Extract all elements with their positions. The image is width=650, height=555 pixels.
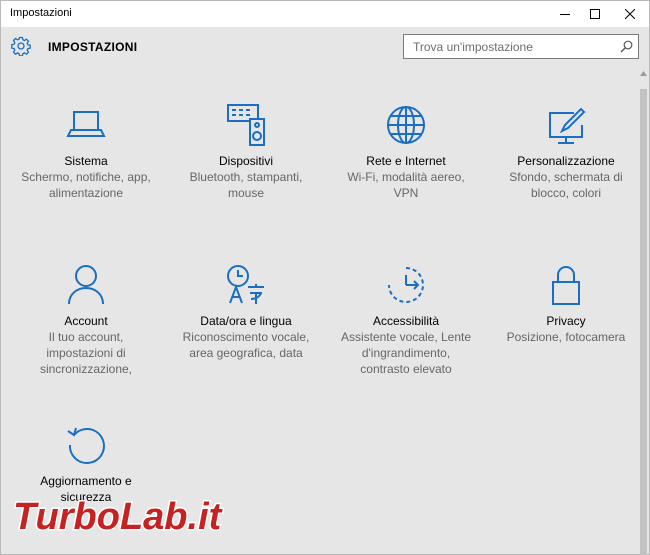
tile-account[interactable]: Account Il tuo account, impostazioni di … bbox=[11, 263, 161, 377]
time-language-icon bbox=[227, 265, 264, 304]
tile-sistema[interactable]: Sistema Schermo, notifiche, app, aliment… bbox=[11, 103, 161, 201]
tile-name: Privacy bbox=[546, 314, 586, 328]
gear-icon bbox=[11, 36, 31, 56]
tile-name: Dispositivi bbox=[218, 154, 273, 168]
scrollbar-thumb[interactable] bbox=[640, 89, 647, 555]
globe-icon bbox=[387, 106, 425, 144]
watermark-logo: TurboLab.it bbox=[12, 495, 225, 540]
minimize-button[interactable] bbox=[548, 1, 582, 27]
tile-description: Sfondo, schermata di blocco, colori bbox=[509, 170, 623, 200]
tile-personalizzazione[interactable]: Personalizzazione Sfondo, schermata di b… bbox=[491, 103, 641, 201]
tile-name: Accessibilità bbox=[372, 314, 440, 328]
minimize-icon bbox=[560, 14, 570, 15]
maximize-button[interactable] bbox=[578, 1, 612, 27]
laptop-icon bbox=[66, 111, 106, 137]
tile-data-ora-lingua[interactable]: Data/ora e lingua Riconoscimento vocale,… bbox=[171, 263, 321, 361]
tile-name: Personalizzazione bbox=[517, 154, 615, 168]
tile-name: Sistema bbox=[64, 154, 108, 168]
settings-header: IMPOSTAZIONI Trova un'impostazione bbox=[1, 27, 649, 67]
tile-description: Riconoscimento vocale, area geografica, … bbox=[182, 330, 310, 360]
page-title: IMPOSTAZIONI bbox=[48, 40, 138, 54]
ease-of-access-icon bbox=[388, 267, 424, 303]
tile-privacy[interactable]: Privacy Posizione, fotocamera bbox=[491, 263, 641, 345]
close-button[interactable] bbox=[613, 1, 647, 27]
person-icon bbox=[68, 265, 104, 305]
search-icon[interactable] bbox=[620, 40, 633, 53]
tile-accessibilita[interactable]: Accessibilità Assistente vocale, Lente d… bbox=[331, 263, 481, 377]
scroll-up-icon bbox=[640, 71, 647, 76]
tile-dispositivi[interactable]: Dispositivi Bluetooth, stampanti, mouse bbox=[171, 103, 321, 201]
watermark-text: TurboLab.it bbox=[13, 496, 223, 538]
search-input[interactable]: Trova un'impostazione bbox=[403, 34, 639, 59]
tile-name: Rete e Internet bbox=[366, 154, 446, 168]
search-placeholder: Trova un'impostazione bbox=[413, 40, 533, 54]
scrollbar[interactable] bbox=[638, 67, 649, 555]
close-icon bbox=[625, 9, 635, 19]
tile-name: Account bbox=[64, 314, 108, 328]
tile-description: Assistente vocale, Lente d'ingrandimento… bbox=[340, 330, 472, 376]
title-bar[interactable]: Impostazioni bbox=[1, 1, 649, 27]
tile-name: Data/ora e lingua bbox=[200, 314, 292, 328]
tile-rete-internet[interactable]: Rete e Internet Wi-Fi, modalità aereo, V… bbox=[331, 103, 481, 201]
update-icon bbox=[67, 427, 105, 464]
maximize-icon bbox=[590, 9, 600, 19]
tile-description: Schermo, notifiche, app, alimentazione bbox=[21, 170, 151, 200]
devices-icon bbox=[227, 104, 265, 146]
tile-description: Wi-Fi, modalità aereo, VPN bbox=[347, 170, 465, 200]
tile-description: Il tuo account, impostazioni di sincroni… bbox=[39, 330, 133, 376]
personalization-icon bbox=[549, 107, 586, 144]
tile-description: Posizione, fotocamera bbox=[506, 330, 626, 344]
tile-description: Bluetooth, stampanti, mouse bbox=[189, 170, 303, 200]
lock-icon bbox=[552, 266, 580, 305]
settings-window: Impostazioni IMPOSTAZIONI Trova un'impos… bbox=[0, 0, 650, 555]
window-title: Impostazioni bbox=[10, 7, 72, 19]
